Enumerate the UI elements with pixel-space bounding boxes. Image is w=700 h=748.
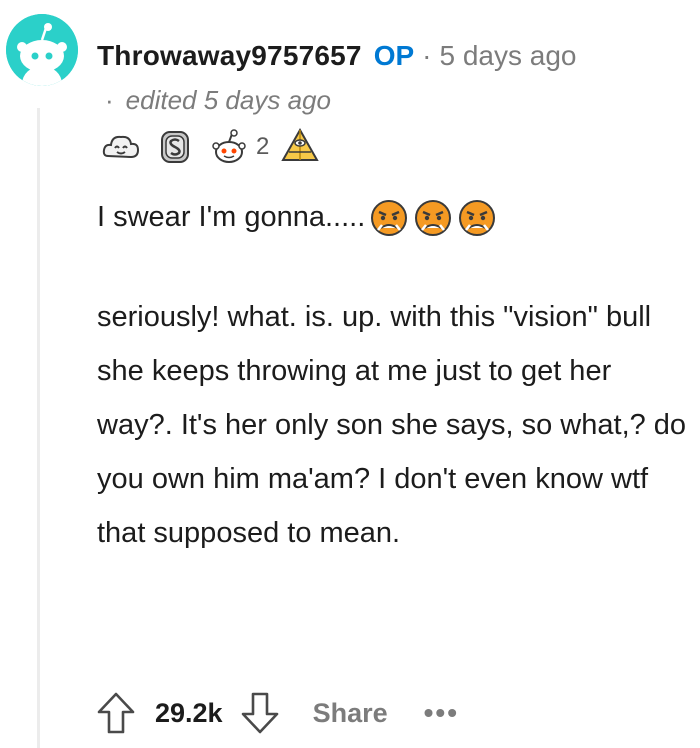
snoo-avatar-icon — [6, 14, 78, 86]
share-button[interactable]: Share — [313, 698, 388, 729]
comment-actions: 29.2k Share ••• — [95, 688, 459, 738]
separator-dot: · — [105, 84, 114, 115]
awards-row[interactable]: 2 — [100, 124, 333, 170]
comment-body: I swear I'm gonna..... seriously! what. … — [97, 190, 687, 560]
separator-dot: · — [422, 40, 432, 71]
thread-line[interactable] — [37, 108, 40, 748]
comment-card: Throwaway9757657 OP · 5 days ago · edite… — [0, 0, 700, 748]
comment-first-line: I swear I'm gonna..... — [97, 201, 366, 233]
happy-cloud-award-icon — [102, 135, 140, 159]
vote-score: 29.2k — [155, 697, 223, 728]
edited-line: · edited 5 days ago — [105, 82, 331, 118]
angry-face-icon — [459, 200, 496, 237]
comment-paragraph: seriously! what. is. up. with this "visi… — [97, 301, 687, 549]
timestamp[interactable]: 5 days ago — [440, 40, 577, 72]
angry-face-icon — [371, 200, 408, 237]
silver-coin-award-icon — [161, 131, 189, 163]
avatar[interactable] — [6, 14, 78, 86]
edited-label: edited 5 days ago — [125, 84, 331, 115]
snoo-award-icon — [212, 129, 246, 163]
username-link[interactable]: Throwaway9757657 — [97, 40, 362, 72]
op-badge: OP — [373, 40, 415, 71]
upvote-icon[interactable] — [95, 690, 137, 736]
angry-face-icon — [415, 200, 452, 237]
comment-line: I swear I'm gonna..... — [97, 190, 687, 244]
comment-header: Throwaway9757657 OP · 5 days ago — [97, 36, 577, 76]
downvote-icon[interactable] — [239, 690, 281, 736]
emoji-group — [369, 198, 501, 238]
award-count: 2 — [256, 133, 270, 160]
more-options-button[interactable]: ••• — [424, 697, 459, 729]
gold-pyramid-award-icon — [281, 127, 320, 161]
